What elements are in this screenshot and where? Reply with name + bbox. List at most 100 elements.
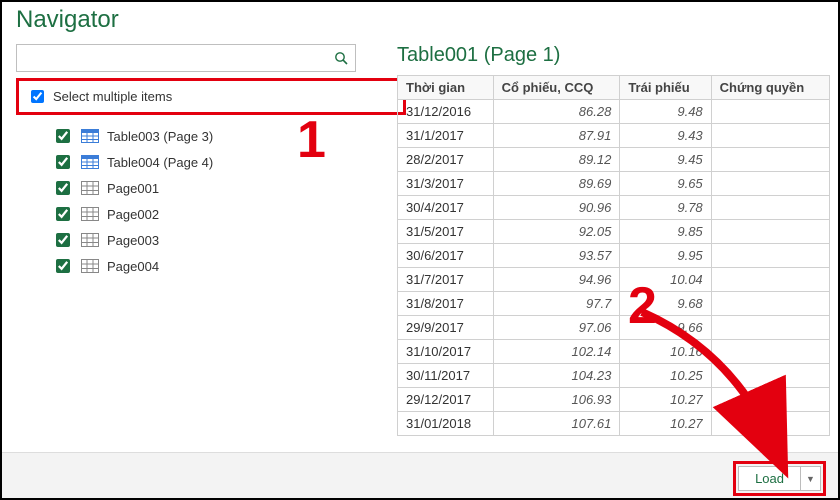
table-row[interactable]: 30/4/201790.969.78 — [398, 196, 830, 220]
table-row[interactable]: 31/10/2017102.1410.16 — [398, 340, 830, 364]
preview-table: Thời gianCổ phiếu, CCQTrái phiếuChứng qu… — [397, 75, 830, 436]
table-cell: 87.91 — [493, 124, 620, 148]
table-row[interactable]: 30/11/2017104.2310.25 — [398, 364, 830, 388]
tree-item[interactable]: Page002 — [52, 201, 376, 227]
tree-item-checkbox[interactable] — [56, 233, 70, 247]
table-cell: 93.57 — [493, 244, 620, 268]
table-row[interactable]: 31/7/201794.9610.04 — [398, 268, 830, 292]
tree-item[interactable]: Page004 — [52, 253, 376, 279]
tree-item-checkbox[interactable] — [56, 181, 70, 195]
table-cell — [711, 100, 829, 124]
table-row[interactable]: 31/5/201792.059.85 — [398, 220, 830, 244]
table-cell — [711, 316, 829, 340]
annotation-2: 2 — [628, 280, 657, 332]
table-cell: 31/12/2016 — [398, 100, 494, 124]
tree-item-label: Table003 (Page 3) — [107, 129, 213, 144]
table-cell: 89.69 — [493, 172, 620, 196]
table-cell: 30/4/2017 — [398, 196, 494, 220]
table-cell: 31/3/2017 — [398, 172, 494, 196]
table-cell — [711, 172, 829, 196]
table-cell: 104.23 — [493, 364, 620, 388]
table-cell: 107.61 — [493, 412, 620, 436]
tree-item-label: Table004 (Page 4) — [107, 155, 213, 170]
table-cell — [711, 244, 829, 268]
table-cell: 30/6/2017 — [398, 244, 494, 268]
table-cell: 30/11/2017 — [398, 364, 494, 388]
table-cell — [711, 388, 829, 412]
load-button[interactable]: Load — [738, 466, 801, 491]
table-row[interactable]: 31/3/201789.699.65 — [398, 172, 830, 196]
table-cell: 31/01/2018 — [398, 412, 494, 436]
table-row[interactable]: 31/01/2018107.6110.27 — [398, 412, 830, 436]
table-row[interactable]: 31/1/201787.919.43 — [398, 124, 830, 148]
load-dropdown[interactable]: ▼ — [801, 466, 821, 491]
page-icon — [81, 181, 99, 195]
table-cell: 92.05 — [493, 220, 620, 244]
table-cell: 90.96 — [493, 196, 620, 220]
tree-item-checkbox[interactable] — [56, 207, 70, 221]
annotation-1: 1 — [297, 114, 326, 166]
preview-pane: Table001 (Page 1) Thời gianCổ phiếu, CCQ… — [397, 44, 830, 436]
tree-item-label: Page003 — [107, 233, 159, 248]
table-cell: 89.12 — [493, 148, 620, 172]
table-row[interactable]: 31/8/201797.79.68 — [398, 292, 830, 316]
table-cell — [711, 340, 829, 364]
table-icon — [81, 129, 99, 143]
table-cell — [711, 364, 829, 388]
table-header-cell[interactable]: Trái phiếu — [620, 76, 711, 100]
table-row[interactable]: 29/12/2017106.9310.27 — [398, 388, 830, 412]
table-cell: 31/5/2017 — [398, 220, 494, 244]
table-cell: 31/7/2017 — [398, 268, 494, 292]
table-cell — [711, 268, 829, 292]
table-cell: 31/10/2017 — [398, 340, 494, 364]
table-cell: 86.28 — [493, 100, 620, 124]
table-cell: 97.06 — [493, 316, 620, 340]
window-title: Navigator — [16, 6, 119, 34]
table-row[interactable]: 31/12/201686.289.48 — [398, 100, 830, 124]
table-icon — [81, 155, 99, 169]
table-cell: 29/12/2017 — [398, 388, 494, 412]
tree-item-checkbox[interactable] — [56, 129, 70, 143]
table-cell: 31/1/2017 — [398, 124, 494, 148]
table-header-row: Thời gianCổ phiếu, CCQTrái phiếuChứng qu… — [398, 76, 830, 100]
table-row[interactable]: 30/6/201793.579.95 — [398, 244, 830, 268]
tree-item[interactable]: Table004 (Page 4) — [52, 149, 376, 175]
page-icon — [81, 207, 99, 221]
table-cell — [711, 412, 829, 436]
select-multiple-checkbox[interactable] — [31, 90, 44, 103]
table-cell — [711, 292, 829, 316]
table-cell: 9.78 — [620, 196, 711, 220]
table-cell: 94.96 — [493, 268, 620, 292]
tree-item-checkbox[interactable] — [56, 155, 70, 169]
table-cell: 10.27 — [620, 412, 711, 436]
table-cell: 9.48 — [620, 100, 711, 124]
search-icon — [333, 50, 349, 66]
table-cell: 28/2/2017 — [398, 148, 494, 172]
table-header-cell[interactable]: Thời gian — [398, 76, 494, 100]
select-multiple-label: Select multiple items — [53, 89, 172, 104]
table-header-cell[interactable]: Cổ phiếu, CCQ — [493, 76, 620, 100]
table-row[interactable]: 29/9/201797.069.66 — [398, 316, 830, 340]
table-cell: 29/9/2017 — [398, 316, 494, 340]
tree-item-label: Page004 — [107, 259, 159, 274]
table-cell: 106.93 — [493, 388, 620, 412]
select-multiple-items[interactable]: Select multiple items — [16, 78, 406, 115]
tree-item[interactable]: Page001 — [52, 175, 376, 201]
tree-item[interactable]: Page003 — [52, 227, 376, 253]
table-cell: 10.16 — [620, 340, 711, 364]
table-cell: 9.85 — [620, 220, 711, 244]
tree-item[interactable]: Table003 (Page 3) — [52, 123, 376, 149]
page-icon — [81, 259, 99, 273]
table-cell: 9.65 — [620, 172, 711, 196]
table-header-cell[interactable]: Chứng quyền — [711, 76, 829, 100]
navigator-window: Navigator Select multiple items Table003… — [0, 0, 840, 500]
tree-item-checkbox[interactable] — [56, 259, 70, 273]
load-button-group: Load ▼ — [733, 461, 826, 496]
table-cell — [711, 220, 829, 244]
search-box[interactable] — [16, 44, 356, 72]
table-row[interactable]: 28/2/201789.129.45 — [398, 148, 830, 172]
search-input[interactable] — [23, 46, 333, 70]
table-cell: 10.25 — [620, 364, 711, 388]
table-cell — [711, 196, 829, 220]
table-cell — [711, 148, 829, 172]
